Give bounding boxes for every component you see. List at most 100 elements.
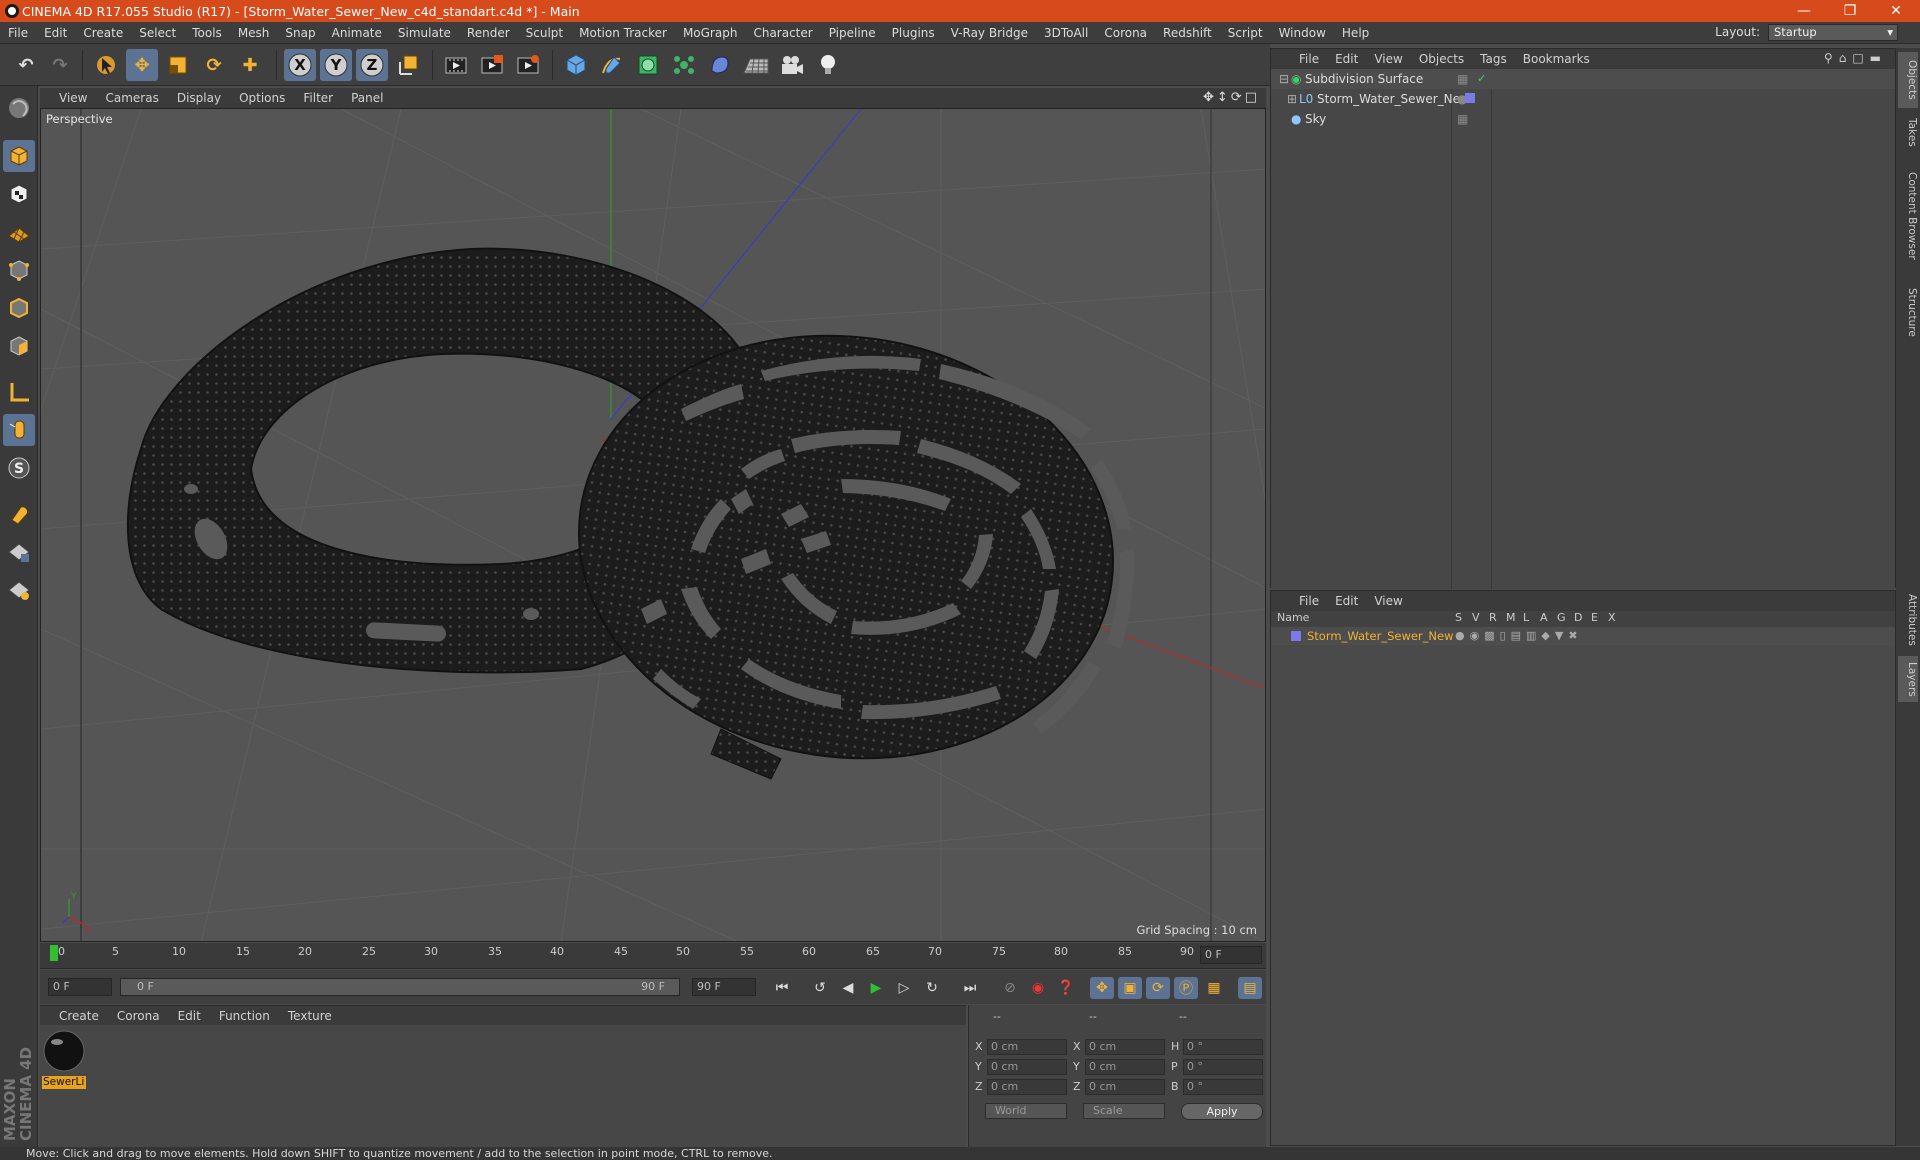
tweak-mode-icon[interactable] [3,414,35,446]
perspective-viewport[interactable]: Y X Perspective Grid Spacing : 10 cm [40,108,1266,942]
layers-menu-file[interactable]: File [1291,594,1327,608]
menu-file[interactable]: File [0,26,36,40]
y-axis-lock-icon[interactable]: Y [320,49,352,81]
snap-toggle-icon[interactable]: S [3,452,35,484]
viewport-menu-options[interactable]: Options [230,91,294,105]
menu-render[interactable]: Render [459,26,518,40]
next-key-icon[interactable]: ↻ [920,977,944,999]
tab-objects[interactable]: Objects [1898,52,1918,108]
menu-vray-bridge[interactable]: V-Ray Bridge [943,26,1036,40]
layer-row[interactable]: Storm_Water_Sewer_New ●◉▩▯▤▥◆▼✖ [1271,627,1895,645]
menu-3dtoall[interactable]: 3DToAll [1036,26,1096,40]
material-menu-corona[interactable]: Corona [108,1009,169,1023]
planar-workplane-icon[interactable] [3,574,35,606]
next-frame-icon[interactable]: ▷ [892,977,916,999]
move-alt-tool-icon[interactable]: ✚ [234,49,266,81]
tab-attributes[interactable]: Attributes [1898,588,1918,652]
position-y-field[interactable]: 0 cm [987,1059,1067,1075]
expand-icon[interactable]: ⊞ [1287,89,1297,109]
edges-mode-icon[interactable] [3,292,35,324]
menu-tools[interactable]: Tools [184,26,230,40]
workplane-mode-icon[interactable] [3,216,35,248]
render-view-icon[interactable] [440,49,472,81]
position-x-field[interactable]: 0 cm [987,1039,1067,1055]
restore-icon[interactable]: ❐ [1827,0,1873,22]
current-frame-field[interactable]: 0 F [1200,946,1262,964]
menu-motion-tracker[interactable]: Motion Tracker [571,26,675,40]
menu-snap[interactable]: Snap [277,26,323,40]
go-to-start-icon[interactable]: ⏮ [770,977,794,999]
locked-workplane-icon[interactable] [3,536,35,568]
texture-mode-icon[interactable] [3,178,35,210]
size-x-field[interactable]: 0 cm [1085,1039,1165,1055]
object-row[interactable]: ● Sky ▦ [1271,109,1895,129]
record-keys-icon[interactable]: ⊘ [998,977,1022,999]
previous-frame-icon[interactable]: ◀ [836,977,860,999]
x-axis-lock-icon[interactable]: X [284,49,316,81]
visibility-dots-icon[interactable]: ▦ [1457,109,1468,129]
menu-help[interactable]: Help [1334,26,1377,40]
menu-sculpt[interactable]: Sculpt [518,26,571,40]
size-mode-dropdown[interactable]: Scale [1083,1103,1165,1119]
start-frame-field[interactable]: 0 F [48,978,112,996]
z-axis-lock-icon[interactable]: Z [356,49,388,81]
enabled-check-icon[interactable]: ✓ [1477,69,1486,89]
light-bulb-icon[interactable] [812,49,844,81]
viewport-menu-cameras[interactable]: Cameras [96,91,167,105]
undo-icon[interactable]: ↶ [10,49,42,81]
menu-redshift[interactable]: Redshift [1155,26,1220,40]
make-editable-icon[interactable] [3,92,35,124]
menu-select[interactable]: Select [131,26,184,40]
objects-menu-tags[interactable]: Tags [1472,52,1515,66]
spline-pen-icon[interactable] [596,49,628,81]
menu-animate[interactable]: Animate [324,26,390,40]
key-scale-icon[interactable]: ▣ [1118,977,1142,999]
play-icon[interactable]: ▶ [864,977,888,999]
material-menu-edit[interactable]: Edit [169,1009,210,1023]
size-z-field[interactable]: 0 cm [1085,1079,1165,1095]
mograph-cloner-icon[interactable] [668,49,700,81]
key-point-level-icon[interactable]: ▦ [1202,977,1226,999]
menu-corona[interactable]: Corona [1096,26,1155,40]
objects-menu-objects[interactable]: Objects [1411,52,1472,66]
cube-primitive-icon[interactable] [560,49,592,81]
object-row[interactable]: ⊟ ◉ Subdivision Surface ▦ ✓ [1271,69,1895,89]
rotation-b-field[interactable]: 0 ° [1183,1079,1263,1095]
apply-button[interactable]: Apply [1181,1103,1263,1120]
objects-menu-bookmarks[interactable]: Bookmarks [1515,52,1598,66]
deformer-icon[interactable] [704,49,736,81]
keyframe-selection-icon[interactable]: ❓ [1054,977,1078,999]
menu-mesh[interactable]: Mesh [230,26,278,40]
go-to-end-icon[interactable]: ⏭ [958,977,982,999]
frame-range-slider[interactable]: 0 F 90 F [120,978,680,996]
tab-content-browser[interactable]: Content Browser [1898,156,1918,276]
autokey-icon[interactable]: ◉ [1026,977,1050,999]
move-tool-icon[interactable]: ✥ [126,49,158,81]
scale-tool-icon[interactable] [162,49,194,81]
timeline-ruler[interactable]: 0 5 10 15 20 25 30 35 40 45 50 55 60 65 … [40,943,1266,969]
material-menu-function[interactable]: Function [210,1009,279,1023]
subdivision-surface-icon[interactable] [632,49,664,81]
visibility-dots-icon[interactable]: ▦ [1457,69,1468,89]
menu-plugins[interactable]: Plugins [884,26,943,40]
menu-edit[interactable]: Edit [36,26,75,40]
rotation-p-field[interactable]: 0 ° [1183,1059,1263,1075]
select-arrow-icon[interactable] [90,49,122,81]
layers-menu-edit[interactable]: Edit [1327,594,1366,608]
search-icon[interactable]: ⚲⌂□▬ [1824,51,1887,65]
objects-menu-view[interactable]: View [1366,52,1410,66]
previous-key-icon[interactable]: ↺ [808,977,832,999]
render-settings-icon[interactable] [512,49,544,81]
minimize-icon[interactable]: — [1781,0,1827,22]
objects-menu-edit[interactable]: Edit [1327,52,1366,66]
close-icon[interactable]: ✕ [1873,0,1919,22]
coordinate-system-icon[interactable] [392,49,424,81]
position-z-field[interactable]: 0 cm [987,1079,1067,1095]
magnet-icon[interactable] [3,498,35,530]
object-row[interactable]: ⊞ L0 Storm_Water_Sewer_New ● [1271,89,1895,109]
coordinate-space-dropdown[interactable]: World [985,1103,1067,1119]
menu-window[interactable]: Window [1271,26,1334,40]
menu-pipeline[interactable]: Pipeline [821,26,884,40]
material-menu-create[interactable]: Create [50,1009,108,1023]
rotate-tool-icon[interactable]: ⟳ [198,49,230,81]
